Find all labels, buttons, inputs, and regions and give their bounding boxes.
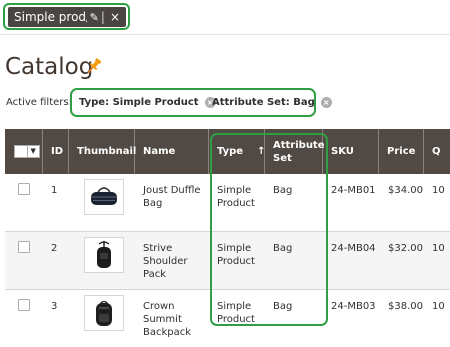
column-header-id[interactable]: ID xyxy=(43,129,69,174)
page-title: Catalog xyxy=(5,54,94,80)
shoulder-pack-image xyxy=(97,241,111,268)
cell-id: 1 xyxy=(51,185,58,196)
column-header-thumbnail[interactable]: Thumbnail xyxy=(69,129,136,174)
duffle-bag-image xyxy=(91,187,117,205)
highlight-type-attribute-columns xyxy=(210,133,328,326)
row-checkbox[interactable] xyxy=(18,241,30,253)
cell-id: 3 xyxy=(51,301,58,312)
row-checkbox[interactable] xyxy=(18,183,30,195)
cell-name[interactable]: Strive Shoulder Pack xyxy=(143,242,199,281)
cell-quantity: 10 xyxy=(432,243,445,254)
cell-quantity: 10 xyxy=(432,301,445,312)
active-filters-label: Active filters: xyxy=(6,97,72,108)
column-mass-action: ▼ xyxy=(5,129,43,174)
highlight-saved-view xyxy=(3,3,130,30)
product-thumbnail[interactable] xyxy=(84,295,124,331)
column-header-quantity[interactable]: Q xyxy=(424,129,450,174)
remove-icon[interactable]: × xyxy=(320,97,332,108)
column-header-price[interactable]: Price xyxy=(379,129,424,174)
cell-sku: 24-MB04 xyxy=(331,243,376,254)
column-header-name[interactable]: Name xyxy=(135,129,209,174)
pin-icon[interactable] xyxy=(84,56,104,76)
cell-sku: 24-MB03 xyxy=(331,301,376,312)
cell-name[interactable]: Crown Summit Backpack xyxy=(143,300,199,339)
cell-price: $34.00 xyxy=(388,185,423,196)
cell-name[interactable]: Joust Duffle Bag xyxy=(143,184,207,210)
cell-price: $32.00 xyxy=(388,243,423,254)
header-divider xyxy=(0,34,450,35)
backpack-image xyxy=(96,300,112,326)
product-thumbnail[interactable] xyxy=(84,237,124,273)
cell-id: 2 xyxy=(51,243,58,254)
chevron-down-icon: ▼ xyxy=(30,147,36,155)
cell-sku: 24-MB01 xyxy=(331,185,376,196)
cell-quantity: 10 xyxy=(432,185,445,196)
row-checkbox[interactable] xyxy=(18,299,30,311)
column-header-sku[interactable]: SKU xyxy=(323,129,379,174)
mass-action-select[interactable]: ▼ xyxy=(14,145,40,158)
product-thumbnail[interactable] xyxy=(84,179,124,215)
highlight-active-filters xyxy=(70,88,316,117)
cell-price: $38.00 xyxy=(388,301,423,312)
